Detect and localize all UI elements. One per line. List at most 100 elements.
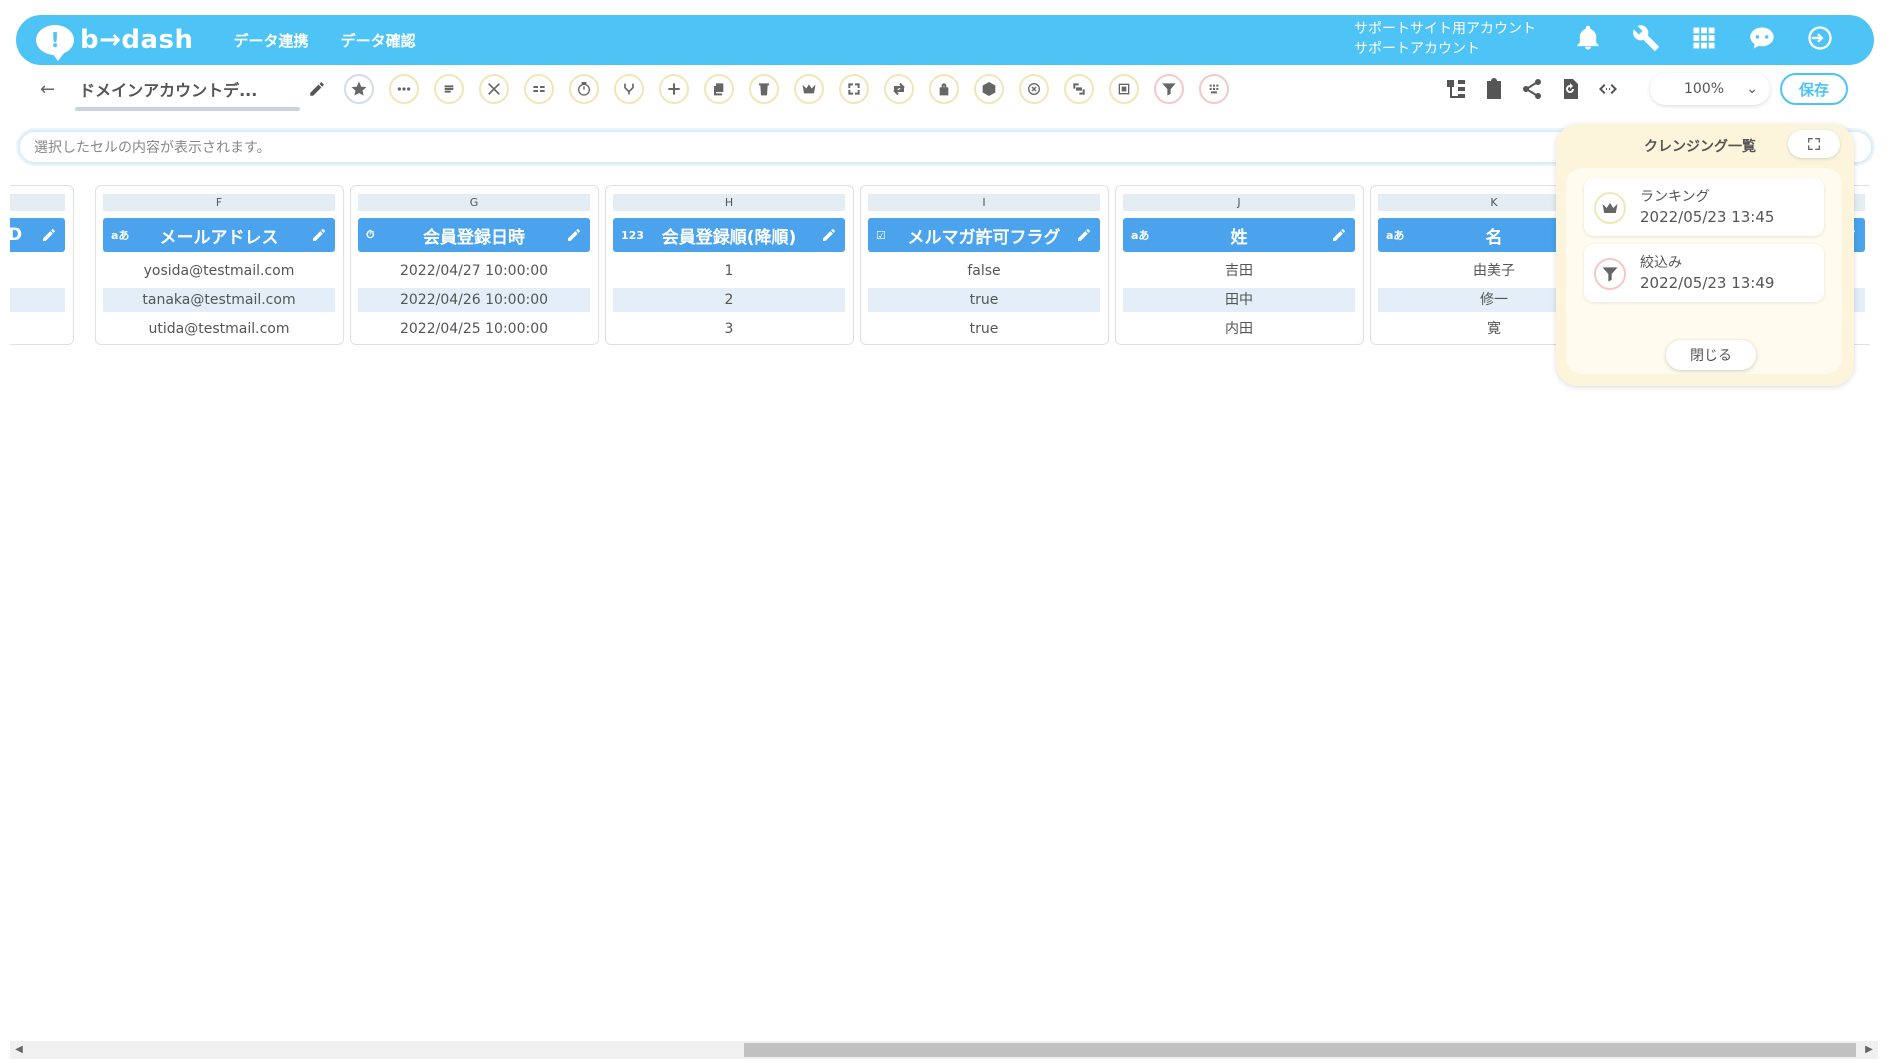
- bdash-logo[interactable]: ! b→dash: [36, 25, 194, 61]
- apps-grid-icon[interactable]: [1690, 24, 1718, 56]
- edit-column-pencil-icon[interactable]: [1331, 227, 1347, 243]
- editor-toolbar: ← ドメインアカウントデ... 100% ⌄ 保存: [10, 66, 1878, 112]
- zoom-select[interactable]: 100% ⌄: [1650, 73, 1770, 105]
- chat-robot-icon[interactable]: [1748, 24, 1776, 56]
- column-name: 姓: [1230, 227, 1248, 248]
- table-cell[interactable]: 田中: [1123, 288, 1355, 312]
- schema-tree-icon[interactable]: [1444, 77, 1468, 101]
- crown-icon: [1594, 192, 1626, 224]
- crown-ranking-icon[interactable]: [794, 74, 825, 104]
- table-cell[interactable]: [10, 317, 65, 341]
- fullscreen-icon: [1808, 138, 1820, 150]
- table-cell[interactable]: tanaka@testmail.com: [103, 288, 335, 312]
- edit-column-pencil-icon[interactable]: [821, 227, 837, 243]
- table-cell[interactable]: 2022/04/25 10:00:00: [358, 317, 590, 341]
- column-header[interactable]: ⏱ 会員登録日時: [358, 218, 590, 252]
- scissors-split-icon[interactable]: [479, 74, 510, 104]
- scroll-left-arrow-icon[interactable]: ◀: [10, 1041, 28, 1059]
- table-cell[interactable]: 1: [613, 259, 845, 283]
- column-header[interactable]: aあ メールアドレス: [103, 218, 335, 252]
- lock-icon[interactable]: [929, 74, 960, 104]
- more-dots-icon[interactable]: [389, 74, 420, 104]
- edit-column-pencil-icon[interactable]: [41, 227, 57, 243]
- add-plus-icon[interactable]: [659, 74, 690, 104]
- cleansing-item-filter[interactable]: 絞込み 2022/05/23 13:49: [1584, 244, 1824, 302]
- account-info[interactable]: サポートサイト用アカウント サポートアカウント: [1354, 19, 1536, 59]
- document-title[interactable]: ドメインアカウントデ...: [75, 77, 304, 111]
- string-type-icon: aあ: [111, 229, 130, 242]
- edit-column-pencil-icon[interactable]: [311, 227, 327, 243]
- table-cell[interactable]: 3: [613, 317, 845, 341]
- convert-icon[interactable]: [1064, 74, 1095, 104]
- cleansing-item-name: 絞込み: [1640, 255, 1682, 271]
- edit-column-pencil-icon[interactable]: [566, 227, 582, 243]
- table-cell[interactable]: [10, 259, 65, 283]
- cancel-circle-icon[interactable]: [1019, 74, 1050, 104]
- table-cell[interactable]: 2022/04/27 10:00:00: [358, 259, 590, 283]
- account-name: サポートサイト用アカウント: [1354, 21, 1536, 37]
- horizontal-scrollbar[interactable]: ◀ ▶: [10, 1041, 1878, 1059]
- code-arrows-icon[interactable]: [1596, 77, 1620, 101]
- expand-arrows-icon[interactable]: [839, 74, 870, 104]
- scrollbar-thumb[interactable]: [744, 1043, 1856, 1057]
- column-letter[interactable]: F: [103, 194, 335, 211]
- column-name: 会員登録日時: [423, 227, 525, 248]
- wrench-icon[interactable]: [1632, 24, 1660, 56]
- scroll-right-arrow-icon[interactable]: ▶: [1860, 1041, 1878, 1059]
- cleansing-dots-icon[interactable]: [1199, 74, 1230, 104]
- column-letter[interactable]: J: [1123, 194, 1355, 211]
- column-letter[interactable]: E: [10, 194, 65, 211]
- timer-icon[interactable]: [569, 74, 600, 104]
- column-header[interactable]: aあ 姓: [1123, 218, 1355, 252]
- nav-data-integration[interactable]: データ連携: [234, 30, 309, 51]
- table-cell[interactable]: 2: [613, 288, 845, 312]
- delete-trash-icon[interactable]: [749, 74, 780, 104]
- text-lines-icon[interactable]: [434, 74, 465, 104]
- cleansing-item-ranking[interactable]: ランキング 2022/05/23 13:45: [1584, 178, 1824, 236]
- table-cell[interactable]: [10, 288, 65, 312]
- table-cell[interactable]: true: [868, 288, 1100, 312]
- table-cell[interactable]: false: [868, 259, 1100, 283]
- edit-title-pencil-icon[interactable]: [308, 80, 326, 98]
- box-package-icon[interactable]: [974, 74, 1005, 104]
- branch-icon[interactable]: [614, 74, 645, 104]
- column-header[interactable]: 123 会員登録順(降順): [613, 218, 845, 252]
- bell-icon[interactable]: [1574, 24, 1602, 56]
- toolbar-right-group: 100% ⌄ 保存: [1430, 66, 1848, 112]
- frame-select-icon[interactable]: [1109, 74, 1140, 104]
- table-cell[interactable]: true: [868, 317, 1100, 341]
- edit-column-pencil-icon[interactable]: [1076, 227, 1092, 243]
- repeat-icon[interactable]: [884, 74, 915, 104]
- column-e: E D: [10, 185, 74, 345]
- close-button[interactable]: 閉じる: [1666, 340, 1756, 370]
- expand-panel-button[interactable]: [1788, 130, 1840, 158]
- filter-funnel-icon[interactable]: [1154, 74, 1185, 104]
- favorite-star-icon[interactable]: [344, 74, 375, 104]
- table-cell[interactable]: utida@testmail.com: [103, 317, 335, 341]
- zoom-value: 100%: [1684, 81, 1725, 97]
- table-cell[interactable]: 2022/04/26 10:00:00: [358, 288, 590, 312]
- column-header[interactable]: ☑ メルマガ許可フラグ: [868, 218, 1100, 252]
- share-icon[interactable]: [1520, 77, 1544, 101]
- merge-columns-icon[interactable]: [524, 74, 555, 104]
- column-f: F aあ メールアドレス yosida@testmail.com tanaka@…: [95, 185, 344, 345]
- string-type-icon: aあ: [1131, 229, 1150, 242]
- refresh-document-icon[interactable]: [1558, 77, 1582, 101]
- logout-icon[interactable]: [1806, 24, 1834, 56]
- column-g: G ⏱ 会員登録日時 2022/04/27 10:00:00 2022/04/2…: [350, 185, 599, 345]
- table-cell[interactable]: 吉田: [1123, 259, 1355, 283]
- column-j: J aあ 姓 吉田 田中 内田: [1115, 185, 1364, 345]
- column-header[interactable]: D: [10, 218, 65, 252]
- save-button[interactable]: 保存: [1780, 73, 1848, 105]
- copy-icon[interactable]: [704, 74, 735, 104]
- column-letter[interactable]: I: [868, 194, 1100, 211]
- table-cell[interactable]: 内田: [1123, 317, 1355, 341]
- column-name: メルマガ許可フラグ: [907, 227, 1061, 248]
- clipboard-icon[interactable]: [1482, 77, 1506, 101]
- nav-data-check[interactable]: データ確認: [341, 30, 416, 51]
- cleansing-item-date: 2022/05/23 13:45: [1640, 208, 1775, 226]
- back-arrow-icon[interactable]: ←: [40, 79, 55, 100]
- table-cell[interactable]: yosida@testmail.com: [103, 259, 335, 283]
- column-letter[interactable]: G: [358, 194, 590, 211]
- column-letter[interactable]: H: [613, 194, 845, 211]
